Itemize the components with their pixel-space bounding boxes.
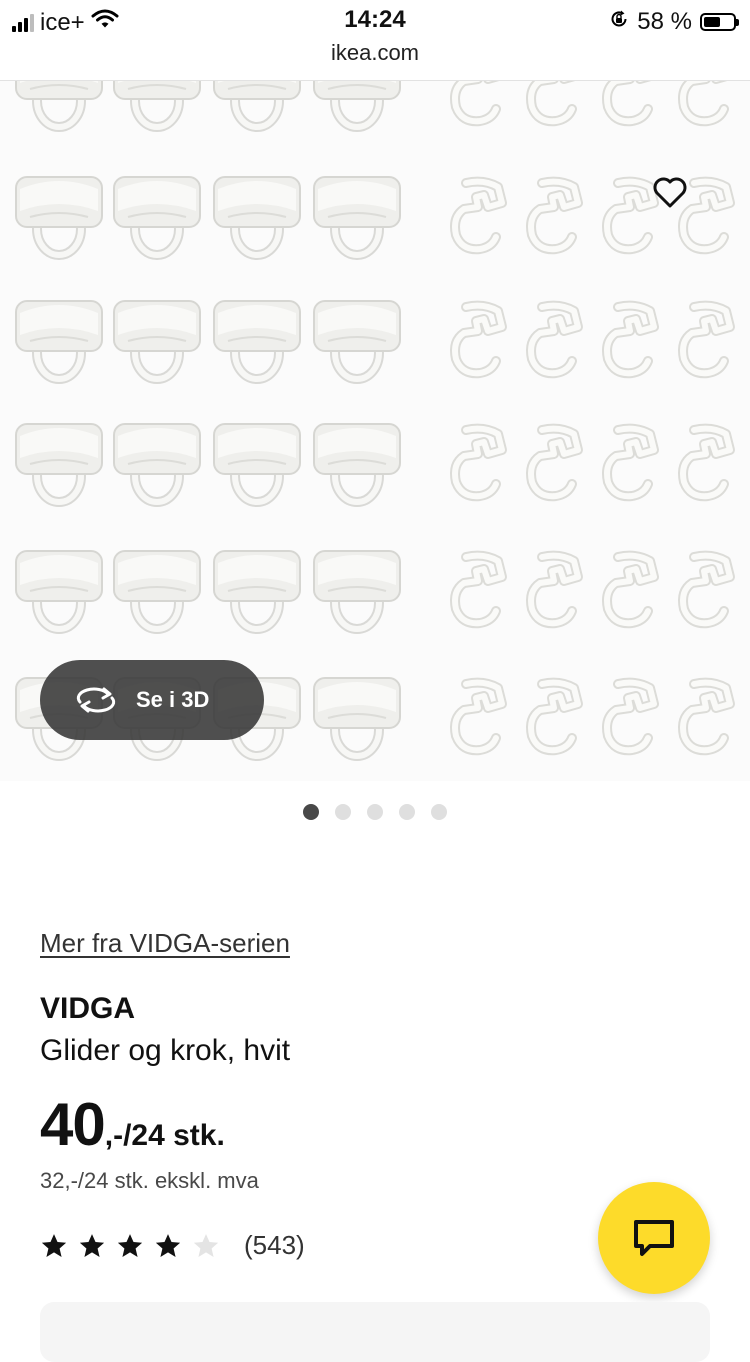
status-right: 58 %	[609, 8, 739, 36]
carousel-dot[interactable]	[335, 804, 351, 820]
star-icon	[193, 1233, 219, 1257]
carousel-dot[interactable]	[367, 804, 383, 820]
carousel-dot[interactable]	[303, 804, 319, 820]
product-rating[interactable]: (543)	[40, 1230, 305, 1261]
price-ex-vat: 32,-/24 stk. ekskl. mva	[40, 1168, 259, 1193]
favorite-button[interactable]	[648, 171, 692, 215]
battery-icon	[700, 13, 739, 31]
series-link[interactable]: Mer fra VIDGA-serien	[40, 928, 290, 959]
star-icon	[79, 1233, 105, 1257]
product-price: 40,-/24 stk.	[40, 1090, 225, 1159]
product-name: VIDGA	[40, 992, 136, 1025]
view-3d-button[interactable]: Se i 3D	[40, 660, 264, 740]
price-integer: 40	[40, 1091, 106, 1158]
carousel-dot[interactable]	[399, 804, 415, 820]
rating-count[interactable]: (543)	[244, 1230, 305, 1261]
rotate-3d-icon	[76, 687, 116, 713]
view-3d-label: Se i 3D	[136, 687, 210, 712]
star-icon	[155, 1233, 181, 1257]
star-icon	[41, 1233, 67, 1257]
rating-stars	[40, 1232, 220, 1260]
price-suffix: ,-/24 stk.	[104, 1119, 225, 1152]
status-bar: ice+ 14:24 ikea.com 58 %	[0, 0, 750, 81]
chat-button[interactable]	[598, 1182, 710, 1294]
chat-icon	[634, 1220, 674, 1256]
orientation-lock-icon	[609, 8, 629, 36]
bottom-info-card	[40, 1302, 710, 1362]
carousel-indicator	[0, 804, 750, 820]
battery-percent: 58 %	[637, 8, 692, 35]
heart-icon	[653, 177, 687, 208]
page-url[interactable]: ikea.com	[0, 40, 750, 66]
carousel-dot[interactable]	[431, 804, 447, 820]
product-description: Glider og krok, hvit	[40, 1034, 291, 1067]
star-icon	[117, 1233, 143, 1257]
